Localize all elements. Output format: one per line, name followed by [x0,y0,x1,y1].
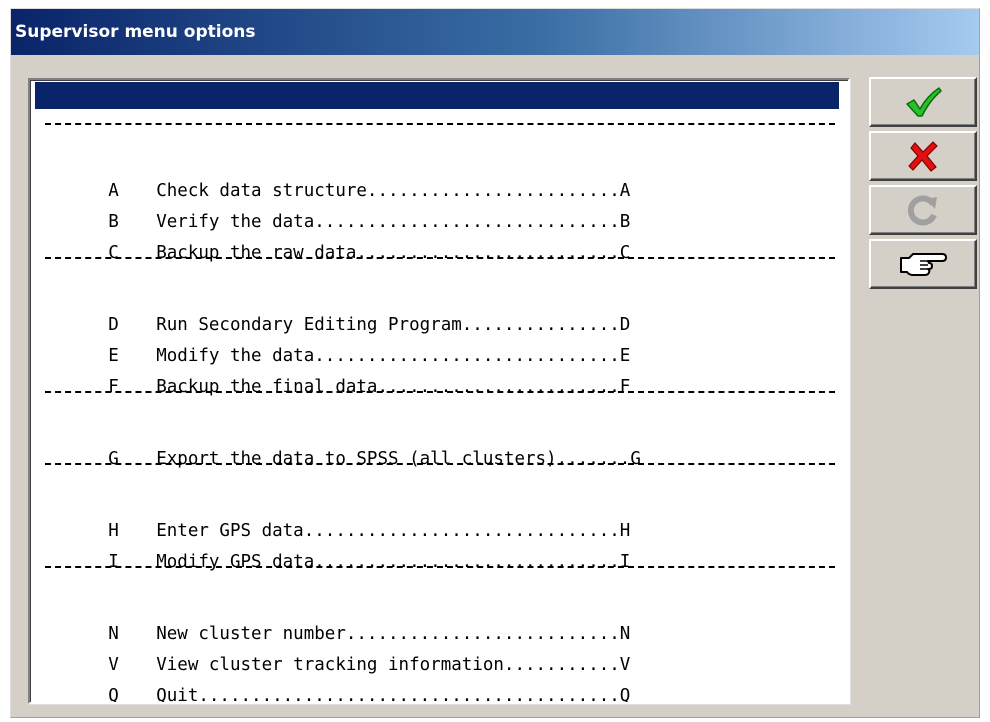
separator [45,566,835,568]
menu-item-Q[interactable]: Q Quit...................................… [35,656,839,702]
refresh-icon [907,195,937,226]
ok-button[interactable] [869,77,977,127]
separator [45,123,835,125]
menu-item-G[interactable]: G Export the data to SPSS (all clusters).… [35,419,839,469]
menu-listbox[interactable]: T Enter cluster tracking information.....… [28,78,850,704]
refresh-button[interactable] [869,185,977,235]
menu-item-N[interactable]: N New cluster number.....................… [35,594,839,644]
menu-item-C[interactable]: C Backup the raw data....................… [35,213,839,263]
window-title: Supervisor menu options [11,9,979,55]
separator [45,463,835,465]
menu-item-D[interactable]: D Run Secondary Editing Program..........… [35,285,839,335]
supervisor-menu-window: Supervisor menu options T Enter cluster t… [10,8,980,718]
menu-item-A[interactable]: A Check data structure...................… [35,151,839,201]
x-mark-icon [908,141,938,172]
pointing-hand-icon [900,253,947,276]
menu-item-I[interactable]: I Modify GPS data........................… [35,522,839,572]
menu-item-B[interactable]: B Verify the data........................… [35,182,839,232]
separator [45,391,835,393]
separator [45,257,835,259]
menu-item-V[interactable]: V View cluster tracking information......… [35,625,839,675]
menu-item-F[interactable]: F Backup the final data..................… [35,347,839,397]
cancel-button[interactable] [869,131,977,181]
menu-item-H[interactable]: H Enter GPS data.........................… [35,491,839,541]
checkmark-icon [906,87,942,117]
menu-item-T[interactable]: T Enter cluster tracking information.....… [35,82,839,132]
help-button[interactable] [869,239,977,289]
menu-item-E[interactable]: E Modify the data........................… [35,316,839,366]
